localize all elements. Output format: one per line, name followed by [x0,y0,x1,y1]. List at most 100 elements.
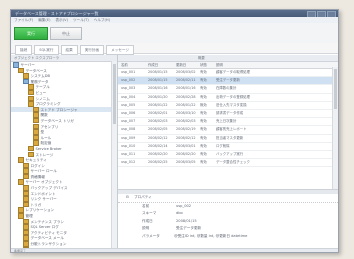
cell-status: 有効 [200,70,207,74]
cell-description: 担当者マスタ更新 [216,135,244,140]
cell-status: 有効 [200,86,207,91]
tree-item-label: サーバー オブジェクト [25,180,63,185]
list-pane: 概要 名前 作成日 更新日 状態 説明 usp_001 2008/01/15 200… [118,55,338,189]
detail-pane: ⊟ プロパティ 名前 usp_002 スキーマ dbo 作成日 2008/01/15 説明 受… [118,194,338,248]
detail-body: 名前 usp_002 スキーマ dbo 作成日 2008/01/15 説明 受注データ更新 パラ… [118,203,338,241]
tree-item-label: 業務データ [30,79,49,84]
cell-description: 請求書データ作成 [216,110,244,115]
detail-label: 作成日 [142,218,153,223]
cell-created: 2008/01/15 [148,78,168,83]
detail-label: 説明 [142,226,150,230]
cell-modified: 2008/02/28 [176,94,196,99]
tree-item-label: テーブル [35,85,50,90]
table-row[interactable]: usp_001 2008/01/15 2008/03/02 有効 顧客データの取得処理 [118,69,338,78]
detail-row: 名前 usp_002 [118,203,338,211]
tab-results[interactable]: 結果 [60,45,78,55]
table-row[interactable]: usp_005 2008/01/22 2008/01/22 無効 旧仕入先マスタ変換 [118,102,338,110]
cell-name: usp_012 [121,160,136,165]
detail-row: パラメータ @受注ID int, @数量 int, @更新日 datetime [118,233,338,241]
col-created-header[interactable]: 作成日 [148,62,158,68]
tree-item-label: 資格情報 [30,174,45,179]
cell-created: 2008/02/20 [148,151,168,156]
tab-sql[interactable]: SQL実行 [34,45,59,55]
cell-name: usp_003 [121,86,136,91]
table-row[interactable]: usp_002 2008/01/15 2008/02/11 有効 受注データ更新 [118,77,338,86]
table-row[interactable]: usp_006 2008/02/01 2008/03/10 有効 請求書データ作成 [118,110,338,119]
detail-label: 名前 [142,203,150,208]
tree-item-label: サーバー [20,62,35,67]
cell-name: usp_010 [121,143,136,148]
table-row[interactable]: usp_003 2008/01/16 2008/01/16 有効 在庫数の集計 [118,85,338,94]
collapse-icon[interactable]: ⊟ [126,194,129,202]
tree-item-label: Service Broker [35,146,62,151]
cell-created: 2008/02/14 [148,143,168,148]
action-toolbar: 実行 中止 [11,23,338,43]
tree-item-label: シノニム [35,96,50,101]
table-row[interactable]: usp_010 2008/02/14 2008/03/01 有効 ログ削除 [118,143,338,151]
table-row[interactable]: usp_004 2008/01/20 2008/02/28 有効 出荷データの登録処理 [118,94,338,102]
cell-modified: 2008/02/19 [176,127,196,132]
cell-created: 2008/02/05 [148,127,168,132]
tree-item-label: アクティビティ モニタ [30,230,67,235]
tree-item-label: プログラミング [35,101,61,106]
tree-item-label: データベース [25,68,47,73]
cell-status: 有効 [200,94,207,99]
cell-description: 出荷データの登録処理 [216,94,250,99]
tree-view: サーバー データベース システムDB 業務データ テーブル ビュー シノニム プログラミングス… [11,62,117,248]
explorer-header: オブジェクト エクスプローラ [11,55,117,62]
col-status-header[interactable]: 状態 [200,62,207,68]
tree-item-label: レプリケーション [25,208,55,213]
cell-modified: 2008/02/11 [176,78,196,83]
status-text: 準備完了 [14,248,27,253]
cell-status: 有効 [200,78,207,83]
tree-item-label: サーバー ロール [30,169,57,174]
tree-item-label: 分散トランザクション [30,241,67,246]
app-window: データベース管理 - ストアドプロシージャ一覧 ファイル(F) 編集(E) 表示… [10,9,339,253]
cell-description: 旧仕入先マスタ変換 [216,102,247,107]
col-modified-header[interactable]: 更新日 [176,62,186,68]
explorer-scrollbar[interactable] [111,61,117,248]
status-bar: 準備完了 [11,248,338,253]
cell-created: 2008/02/12 [148,135,168,140]
table-row[interactable]: usp_009 2008/02/12 2008/02/12 有効 担当者マスタ更新 [118,135,338,143]
tab-plan[interactable]: 実行計画 [79,45,105,55]
table-row[interactable]: usp_012 2008/02/25 2008/03/05 有効 データ整合性チェック [118,159,338,168]
detail-label: スキーマ [142,211,157,215]
detail-value: @受注ID int, @数量 int, @更新日 datetime [174,233,248,238]
cell-modified: 2008/03/01 [176,143,196,148]
tree-item-label: トリガ [30,202,42,207]
cell-status: 有効 [200,119,207,124]
tree-item-label: データベース メール [30,236,64,241]
list-header: 概要 [118,55,338,62]
list-scrollbar[interactable] [332,67,338,189]
table-row[interactable]: usp_011 2008/02/20 2008/02/20 有効 バックアップ実行 [118,151,338,160]
tree-item-label: ビュー [35,90,47,95]
list-scroll-thumb[interactable] [333,69,337,109]
cell-modified: 2008/03/05 [176,160,196,165]
cell-created: 2008/01/16 [148,86,168,91]
object-explorer: オブジェクト エクスプローラ サーバー データベース システムDB 業務データ テーブル… [11,55,118,248]
cell-name: usp_002 [121,78,136,83]
explorer-scroll-thumb[interactable] [112,64,116,124]
run-button[interactable]: 実行 [14,27,48,40]
cell-name: usp_011 [121,151,136,156]
cell-description: 在庫数の集計 [216,86,237,91]
tab-messages[interactable]: メッセージ [106,45,134,55]
cell-description: 売上日次集計 [216,119,237,124]
col-desc-header[interactable]: 説明 [216,62,223,68]
tab-connect[interactable]: 接続 [15,45,33,55]
col-name-header[interactable]: 名前 [121,62,128,68]
cell-status: 有効 [200,110,207,115]
detail-label: パラメータ [142,233,160,238]
tree-item-label: 既定値 [40,141,52,146]
detail-row: スキーマ dbo [118,210,338,218]
cell-name: usp_001 [121,70,136,74]
table-row[interactable]: usp_007 2008/02/03 2008/02/03 有効 売上日次集計 [118,118,338,127]
tree-item-label: セキュリティ [25,157,47,162]
stop-button[interactable]: 中止 [50,27,82,40]
table-row[interactable]: usp_008 2008/02/05 2008/02/19 有効 顧客別売上レポート [118,126,338,135]
detail-value: 受注データ更新 [176,226,202,230]
tree-item-label: データベース トリガ [40,118,74,123]
tree-item-label: ストレージ [35,152,54,157]
tree-item-label: SQL Server ログ [30,224,59,229]
